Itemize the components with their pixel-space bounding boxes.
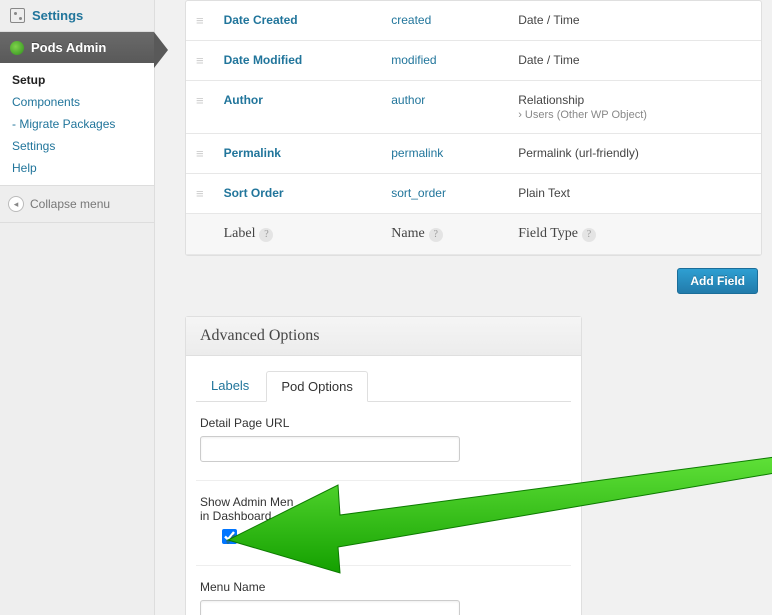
col-name: Name? — [381, 214, 508, 255]
main-content: ≡ Date Created created Date / Time ≡ Dat… — [155, 0, 772, 615]
field-show-admin-menu: Show Admin Men in Dashboard ✓ — [196, 481, 571, 566]
col-label: Label? — [214, 214, 382, 255]
help-icon[interactable]: ? — [429, 228, 443, 242]
table-row: ≡ Date Created created Date / Time — [186, 1, 761, 41]
show-admin-menu-label: Show Admin Men in Dashboard — [200, 495, 567, 523]
field-name-link[interactable]: author — [391, 93, 425, 107]
detail-page-url-input[interactable] — [200, 436, 460, 462]
add-field-button[interactable]: Add Field — [677, 268, 758, 294]
table-row: ≡ Sort Order sort_order Plain Text — [186, 174, 761, 214]
field-label-link[interactable]: Sort Order — [224, 186, 284, 200]
advanced-tabs: Labels Pod Options — [186, 356, 581, 401]
settings-icon — [10, 8, 25, 23]
drag-handle-icon[interactable]: ≡ — [186, 41, 214, 81]
help-icon[interactable]: ? — [259, 228, 273, 242]
menu-name-input[interactable] — [200, 600, 460, 615]
table-row: ≡ Permalink permalink Permalink (url-fri… — [186, 134, 761, 174]
sidebar-item-settings[interactable]: Settings — [0, 135, 154, 157]
field-name-link[interactable]: permalink — [391, 146, 443, 160]
field-type: Relationship › Users (Other WP Object) — [508, 81, 761, 134]
col-type: Field Type? — [508, 214, 761, 255]
sidebar-item-migrate[interactable]: - Migrate Packages — [0, 113, 154, 135]
field-type: Date / Time — [508, 1, 761, 41]
menu-name-label: Menu Name — [200, 580, 567, 594]
advanced-options-panel: Advanced Options Labels Pod Options Deta… — [185, 316, 582, 615]
drag-handle-icon[interactable]: ≡ — [186, 134, 214, 174]
field-type: Permalink (url-friendly) — [508, 134, 761, 174]
sidebar-item-components[interactable]: Components — [0, 91, 154, 113]
field-type: Plain Text — [508, 174, 761, 214]
field-label-link[interactable]: Permalink — [224, 146, 281, 160]
sidebar-item-help[interactable]: Help — [0, 157, 154, 179]
field-name-link[interactable]: created — [391, 13, 431, 27]
help-icon[interactable]: ? — [582, 228, 596, 242]
drag-handle-icon[interactable]: ≡ — [186, 1, 214, 41]
fields-table: ≡ Date Created created Date / Time ≡ Dat… — [186, 1, 761, 255]
field-label-link[interactable]: Author — [224, 93, 263, 107]
tab-pod-options[interactable]: Pod Options — [266, 371, 368, 402]
field-type: Date / Time — [508, 41, 761, 81]
collapse-menu-button[interactable]: ◂ Collapse menu — [0, 185, 154, 223]
field-menu-name: Menu Name — [196, 566, 571, 615]
collapse-label: Collapse menu — [30, 197, 110, 211]
show-admin-menu-checkbox[interactable]: ✓ — [222, 532, 237, 547]
fields-table-card: ≡ Date Created created Date / Time ≡ Dat… — [185, 0, 762, 256]
field-label-link[interactable]: Date Created — [224, 13, 298, 27]
field-name-link[interactable]: modified — [391, 53, 436, 67]
drag-handle-icon[interactable]: ≡ — [186, 174, 214, 214]
tab-labels[interactable]: Labels — [196, 370, 264, 401]
sidebar-item-setup[interactable]: Setup — [0, 69, 154, 91]
table-row: ≡ Author author Relationship › Users (Ot… — [186, 81, 761, 134]
table-footer: Label? Name? Field Type? — [186, 214, 761, 255]
admin-sidebar: Settings Pods Admin Setup Components - M… — [0, 0, 155, 615]
settings-label: Settings — [32, 8, 83, 23]
sidebar-settings-link[interactable]: Settings — [0, 0, 154, 32]
field-label-link[interactable]: Date Modified — [224, 53, 303, 67]
sidebar-pods-admin[interactable]: Pods Admin — [0, 32, 154, 63]
field-detail-page-url: Detail Page URL — [196, 402, 571, 481]
advanced-options-title: Advanced Options — [186, 317, 581, 356]
sidebar-submenu: Setup Components - Migrate Packages Sett… — [0, 63, 154, 185]
drag-handle-icon[interactable]: ≡ — [186, 81, 214, 134]
table-row: ≡ Date Modified modified Date / Time — [186, 41, 761, 81]
detail-page-url-label: Detail Page URL — [200, 416, 567, 430]
pods-icon — [10, 41, 24, 55]
field-name-link[interactable]: sort_order — [391, 186, 446, 200]
pods-admin-label: Pods Admin — [31, 40, 106, 55]
collapse-icon: ◂ — [8, 196, 24, 212]
